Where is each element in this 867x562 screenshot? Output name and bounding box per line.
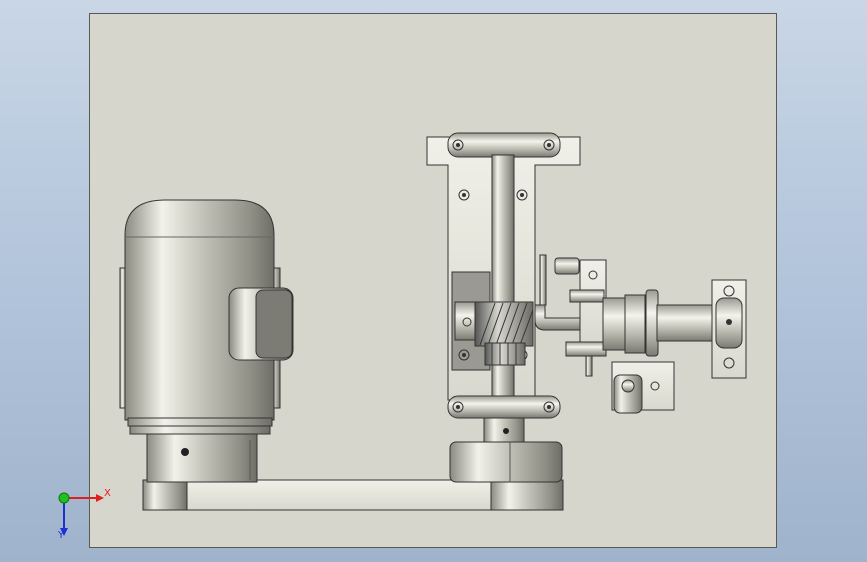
y-axis-label: Y bbox=[58, 530, 65, 541]
output-shaft[interactable] bbox=[602, 289, 720, 357]
x-axis-label: X bbox=[104, 488, 111, 499]
electric-motor[interactable] bbox=[119, 199, 294, 483]
graphics-viewport[interactable]: X Y bbox=[0, 0, 867, 562]
mounting-base[interactable] bbox=[142, 479, 564, 511]
cad-model[interactable] bbox=[0, 0, 867, 562]
top-bearing-block[interactable] bbox=[447, 132, 561, 158]
origin-point bbox=[58, 492, 70, 504]
lower-bracket[interactable] bbox=[611, 361, 675, 414]
bottom-bearing-block[interactable] bbox=[447, 395, 563, 483]
right-bearing-block[interactable] bbox=[711, 279, 747, 379]
input-linkage[interactable] bbox=[534, 254, 611, 377]
